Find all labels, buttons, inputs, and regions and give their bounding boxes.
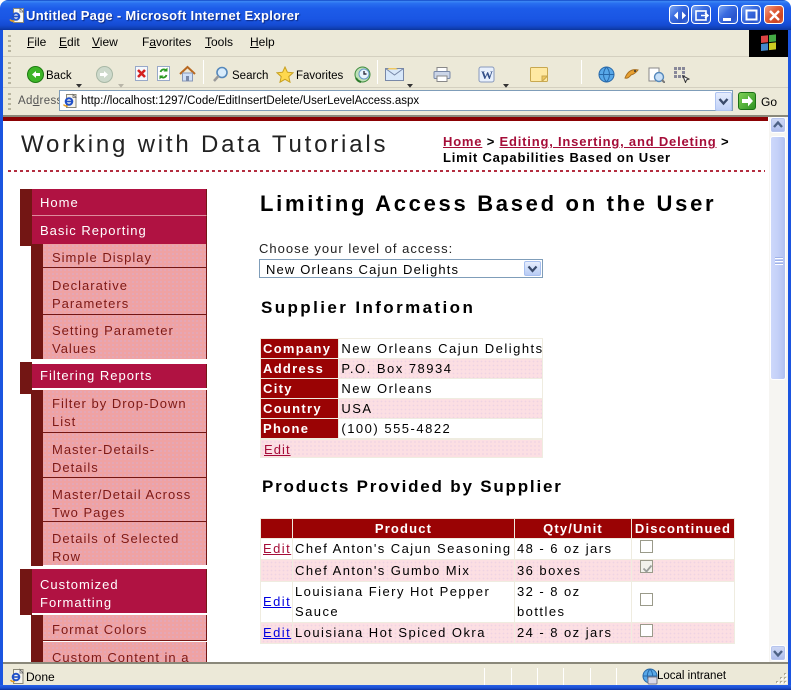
svg-text:W: W bbox=[481, 68, 493, 82]
